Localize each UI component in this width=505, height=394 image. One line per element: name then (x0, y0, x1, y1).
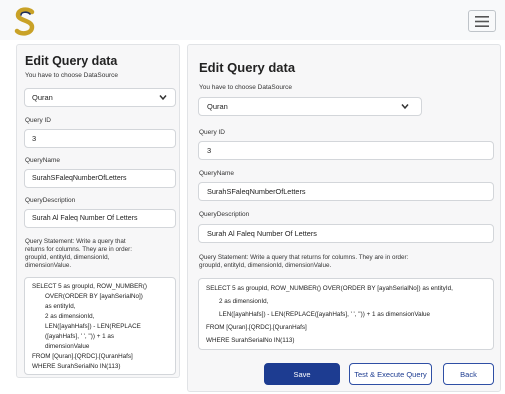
query-name-input[interactable]: SurahSFaleqNumberOfLetters (198, 182, 494, 201)
query-statement-textarea[interactable]: SELECT 5 as groupId, ROW_NUMBER() OVER(O… (198, 278, 494, 350)
query-id-label: Query ID (199, 129, 226, 136)
s-logo-icon[interactable] (13, 7, 37, 37)
hamburger-menu-icon[interactable] (468, 10, 496, 32)
edit-query-panel-wide: Edit Query data You have to choose DataS… (187, 44, 501, 392)
back-button[interactable]: Back (443, 363, 494, 385)
datasource-selected-value: Quran (32, 93, 53, 102)
test-execute-query-button[interactable]: Test & Execute Query (349, 363, 432, 385)
datasource-label: You have to choose DataSource (25, 72, 118, 79)
query-description-input[interactable]: Surah Al Faleq Number Of Letters (24, 209, 176, 228)
datasource-label: You have to choose DataSource (199, 84, 292, 91)
chevron-down-icon (159, 93, 167, 102)
query-name-input[interactable]: SurahSFaleqNumberOfLetters (24, 169, 176, 188)
query-description-label: QueryDescription (25, 197, 76, 204)
save-button[interactable]: Save (264, 363, 340, 385)
datasource-select[interactable]: Quran (198, 97, 422, 116)
page-title: Edit Query data (199, 60, 296, 75)
query-statement-label: Query Statement: Write a query that retu… (199, 254, 409, 269)
query-description-input[interactable]: Surah Al Faleq Number Of Letters (198, 224, 494, 243)
page-title: Edit Query data (25, 54, 118, 68)
navbar (0, 0, 505, 40)
query-id-input[interactable]: 3 (198, 141, 494, 160)
query-statement-textarea[interactable]: SELECT 5 as groupId, ROW_NUMBER() OVER(O… (24, 277, 176, 375)
datasource-select[interactable]: Quran (24, 88, 176, 107)
query-name-label: QueryName (199, 170, 235, 177)
edit-query-panel-narrow: Edit Query data You have to choose DataS… (16, 44, 180, 378)
query-id-input[interactable]: 3 (24, 129, 176, 148)
query-id-label: Query ID (25, 117, 52, 124)
chevron-down-icon (401, 102, 409, 111)
datasource-selected-value: Quran (207, 102, 228, 111)
query-description-label: QueryDescription (199, 211, 250, 218)
query-statement-label: Query Statement: Write a query that retu… (25, 238, 132, 269)
query-name-label: QueryName (25, 157, 61, 164)
